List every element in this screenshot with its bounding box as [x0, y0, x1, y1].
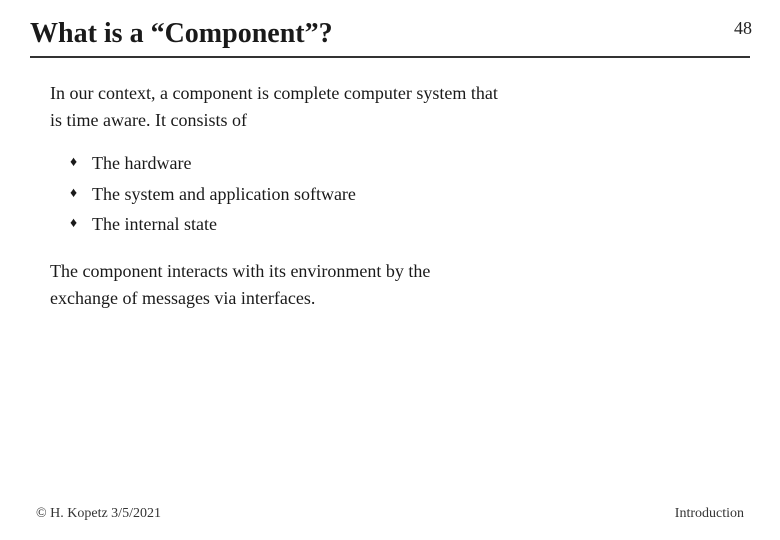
footer-copyright: © H. Kopetz 3/5/2021: [36, 506, 161, 522]
footer: © H. Kopetz 3/5/2021 Introduction: [0, 506, 780, 522]
slide: 48 What is a “Component”? In our context…: [0, 0, 780, 540]
slide-title: What is a “Component”?: [30, 18, 750, 50]
list-item: The internal state: [70, 209, 740, 240]
conclusion-line1: The component interacts with its environ…: [50, 261, 430, 281]
conclusion-text: The component interacts with its environ…: [50, 258, 740, 312]
slide-number: 48: [734, 18, 752, 39]
footer-section: Introduction: [675, 506, 744, 522]
conclusion-line2: exchange of messages via interfaces.: [50, 288, 315, 308]
list-item: The system and application software: [70, 179, 740, 210]
intro-line1: In our context, a component is complete …: [50, 83, 498, 103]
intro-text: In our context, a component is complete …: [50, 80, 740, 134]
bullet-list: The hardware The system and application …: [70, 148, 740, 240]
list-item: The hardware: [70, 148, 740, 179]
content-area: In our context, a component is complete …: [0, 58, 780, 312]
title-area: What is a “Component”?: [0, 0, 780, 58]
intro-line2: is time aware. It consists of: [50, 110, 247, 130]
